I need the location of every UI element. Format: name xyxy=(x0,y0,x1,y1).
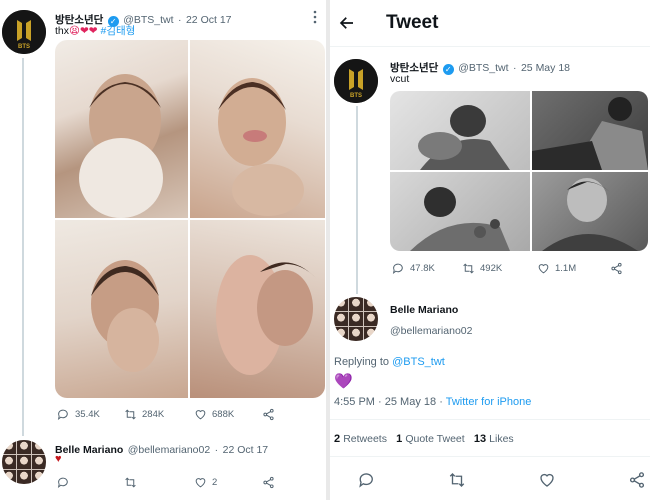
quoted-reply-count: 47.8K xyxy=(410,263,435,274)
tweet-time[interactable]: 4:55 PM xyxy=(334,396,375,408)
reply-icon xyxy=(57,409,68,420)
quoted-date[interactable]: 25 May 18 xyxy=(521,62,570,74)
photo-3[interactable] xyxy=(55,220,188,398)
reply-like-button[interactable]: 2 xyxy=(194,476,217,489)
tweet-stats: 2 Retweets 1 Quote Tweet 13 Likes xyxy=(334,433,514,445)
share-icon[interactable] xyxy=(628,471,646,489)
retweet-icon xyxy=(125,477,136,488)
replying-to-label: Replying to xyxy=(334,356,390,368)
quoted-photo-2[interactable] xyxy=(532,91,648,170)
thread-line xyxy=(22,58,24,436)
quoted-photo-1[interactable] xyxy=(390,91,530,170)
reply-count: 35.4K xyxy=(75,409,100,420)
quoted-photo-4[interactable] xyxy=(532,172,648,251)
reply-handle[interactable]: @bellemariano02 xyxy=(128,444,210,456)
tweet-timestamp: 4:55 PM · 25 May 18 · Twitter for iPhone xyxy=(334,396,531,408)
like-button[interactable]: 688K xyxy=(194,408,234,421)
share-icon xyxy=(263,408,274,421)
photo-4[interactable] xyxy=(190,220,325,398)
more-vertical-icon[interactable] xyxy=(312,10,318,24)
tweet-date[interactable]: 25 May 18 xyxy=(385,396,436,408)
bts-logo-icon: BTS xyxy=(2,10,46,54)
likes-stat[interactable]: 13 Likes xyxy=(474,433,514,445)
quoted-text: vcut xyxy=(390,73,410,85)
reply-icon xyxy=(392,263,403,274)
dot-separator: · xyxy=(178,14,182,26)
verified-badge-icon: ✓ xyxy=(442,64,454,75)
reply-like-count: 2 xyxy=(212,477,218,488)
quoted-reply-button[interactable]: 47.8K xyxy=(392,262,435,275)
main-tweet-text: 💜 xyxy=(334,373,353,390)
bts-logo-icon: BTS xyxy=(334,59,378,103)
retweet-count: 284K xyxy=(142,409,165,420)
tweet-text: thx😫❤❤ #김태형 xyxy=(55,23,135,38)
retweet-icon xyxy=(125,409,136,420)
dot-separator: · xyxy=(513,62,517,74)
svg-text:BTS: BTS xyxy=(18,44,30,50)
share-button[interactable] xyxy=(262,408,275,421)
photo-1[interactable] xyxy=(55,40,188,218)
tweet-body: thx xyxy=(55,25,70,37)
tweet-date[interactable]: 22 Oct 17 xyxy=(186,14,232,26)
bts-avatar[interactable]: BTS xyxy=(2,10,46,54)
retweets-stat[interactable]: 2 Retweets xyxy=(334,433,387,445)
quoted-retweet-button[interactable]: 492K xyxy=(462,262,502,275)
header-border xyxy=(330,46,650,47)
like-count: 688K xyxy=(212,409,235,420)
like-icon xyxy=(538,264,549,274)
bts-avatar[interactable]: BTS xyxy=(334,59,378,103)
like-icon xyxy=(195,410,206,420)
retweet-icon[interactable] xyxy=(448,471,466,489)
stats-border-top xyxy=(330,419,650,420)
quoted-photo-grid[interactable] xyxy=(390,91,648,251)
hashtag-link[interactable]: #김태형 xyxy=(100,25,135,37)
like-icon[interactable] xyxy=(538,471,556,489)
belle-avatar[interactable] xyxy=(2,440,46,484)
replying-to: Replying to @BTS_twt xyxy=(334,356,445,368)
quoted-handle[interactable]: @BTS_twt xyxy=(458,62,508,74)
reply-text: ♥ xyxy=(55,453,62,465)
reply-icon xyxy=(57,477,68,488)
reply-date[interactable]: 22 Oct 17 xyxy=(223,444,269,456)
dot-separator: · xyxy=(439,396,443,408)
replying-to-link[interactable]: @BTS_twt xyxy=(392,356,445,368)
reply-author-name[interactable]: Belle Mariano xyxy=(55,444,123,456)
tweet-emojis: 😫❤❤ xyxy=(69,25,98,37)
reply-retweet-button[interactable] xyxy=(124,476,137,489)
tweet-source-link[interactable]: Twitter for iPhone xyxy=(446,396,532,408)
main-author-name[interactable]: Belle Mariano xyxy=(390,304,458,316)
quoted-header: 방탄소년단 ✓ @BTS_twt · 25 May 18 xyxy=(390,58,570,76)
thread-line xyxy=(356,106,358,294)
quoted-like-count: 1.1M xyxy=(555,263,577,274)
left-panel: BTS 방탄소년단 ✓ @BTS_twt · 22 Oct 17 thx😫❤❤ … xyxy=(0,0,326,500)
share-icon xyxy=(611,262,622,275)
share-icon xyxy=(263,476,274,489)
svg-text:BTS: BTS xyxy=(350,93,362,99)
dot-separator: · xyxy=(378,396,382,408)
reply-icon[interactable] xyxy=(358,471,376,489)
reply-reply-button[interactable] xyxy=(57,476,70,489)
photo-2[interactable] xyxy=(190,40,325,218)
reply-header: Belle Mariano @bellemariano02 · 22 Oct 1… xyxy=(55,440,268,458)
reply-button[interactable]: 35.4K xyxy=(57,408,100,421)
quoted-share-button[interactable] xyxy=(610,262,623,275)
quoted-like-button[interactable]: 1.1M xyxy=(537,262,576,275)
main-author-handle[interactable]: @bellemariano02 xyxy=(390,325,472,337)
like-icon xyxy=(195,478,206,488)
right-panel: Tweet BTS 방탄소년단 ✓ @BTS_twt · 25 May 18 v… xyxy=(330,0,650,500)
stats-border-bottom xyxy=(330,456,650,457)
retweet-button[interactable]: 284K xyxy=(124,408,164,421)
dot-separator: · xyxy=(214,444,219,456)
belle-avatar[interactable] xyxy=(334,297,378,341)
photo-grid[interactable] xyxy=(55,40,325,398)
quotes-stat[interactable]: 1 Quote Tweet xyxy=(396,433,465,445)
quoted-retweet-count: 492K xyxy=(480,263,503,274)
page-title: Tweet xyxy=(386,12,439,33)
retweet-icon xyxy=(463,263,474,274)
quoted-photo-3[interactable] xyxy=(390,172,530,251)
back-arrow-icon[interactable] xyxy=(338,14,356,32)
reply-share-button[interactable] xyxy=(262,476,275,489)
